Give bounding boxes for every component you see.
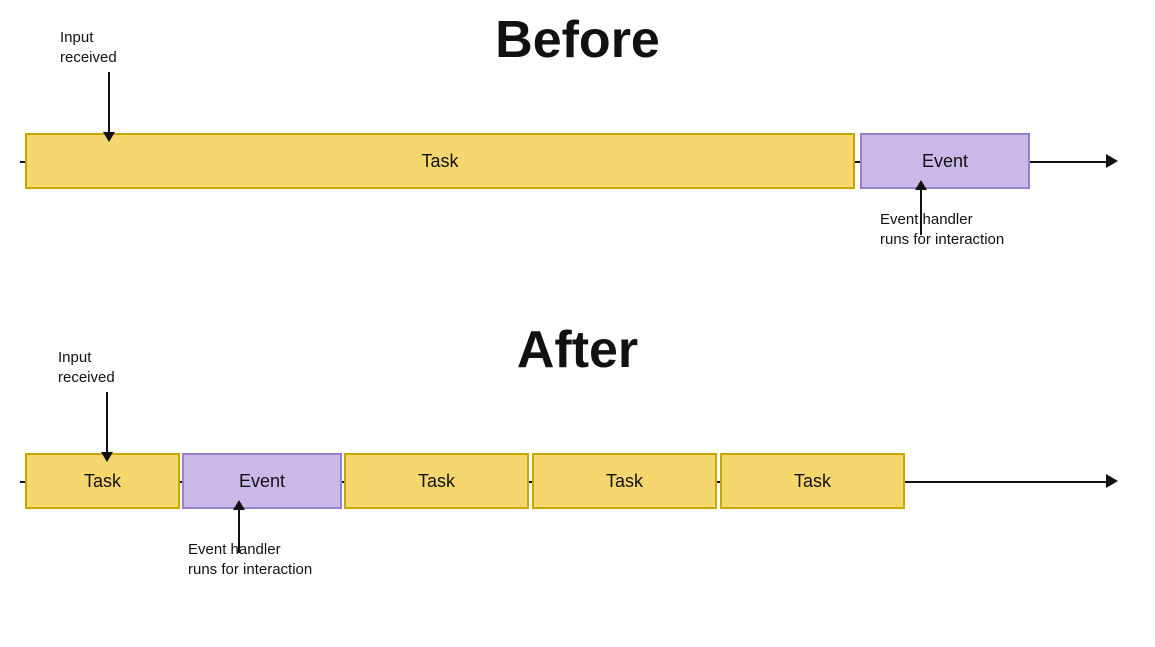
before-handler-label: Event handler runs for interaction (880, 210, 1004, 249)
before-handler-arrow (920, 190, 922, 235)
after-input-arrow (106, 392, 108, 452)
after-title: After (0, 320, 1155, 380)
before-input-arrow (108, 72, 110, 132)
after-task3-box: Task (532, 453, 717, 509)
before-title: Before (0, 10, 1155, 70)
before-input-label: Input received (60, 28, 117, 67)
after-task4-box: Task (720, 453, 905, 509)
after-handler-arrow (238, 510, 240, 553)
after-arrow-right (1106, 474, 1118, 488)
after-handler-label: Event handler runs for interaction (188, 540, 312, 579)
before-arrow-right (1106, 154, 1118, 168)
diagram-container: Before Task Event Input received Event h… (0, 0, 1155, 647)
before-event-box: Event (860, 133, 1030, 189)
after-task2-box: Task (344, 453, 529, 509)
before-task-box: Task (25, 133, 855, 189)
after-event-box: Event (182, 453, 342, 509)
after-input-label: Input received (58, 348, 115, 387)
